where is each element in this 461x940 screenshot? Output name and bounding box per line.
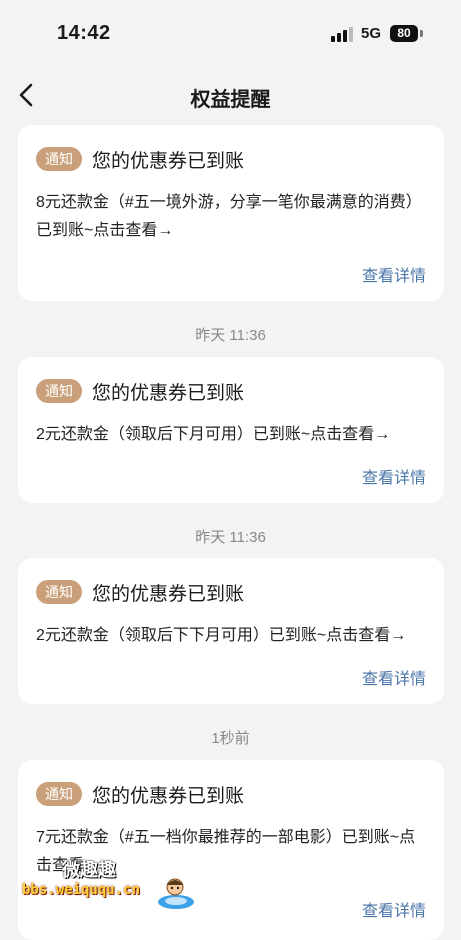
- notice-badge: 通知: [36, 147, 82, 171]
- page-title: 权益提醒: [190, 89, 271, 111]
- card-body: 2元还款金（领取后下月可用）已到账~点击查看→: [36, 426, 391, 443]
- timestamp: 1秒前: [211, 730, 250, 747]
- notification-card[interactable]: 通知 您的优惠券已到账 2元还款金（领取后下月可用）已到账~点击查看→ 查看详情: [18, 357, 444, 503]
- network-type: 5G: [361, 25, 382, 42]
- watermark-title: 微趣趣: [62, 860, 116, 880]
- view-details-link[interactable]: 查看详情: [362, 262, 426, 286]
- card-title: 您的优惠券已到账: [92, 383, 245, 404]
- card-title: 您的优惠券已到账: [92, 151, 245, 172]
- battery-tip: [420, 30, 423, 37]
- card-title: 您的优惠券已到账: [92, 786, 245, 807]
- notice-badge: 通知: [36, 379, 82, 403]
- status-bar: 14:42 5G 80: [0, 0, 461, 68]
- notification-card[interactable]: 通知 您的优惠券已到账 8元还款金（#五一境外游，分享一笔你最满意的消费）已到账…: [18, 125, 444, 301]
- notice-badge: 通知: [36, 580, 82, 604]
- nav-bar: 权益提醒: [0, 68, 461, 124]
- view-details-link[interactable]: 查看详情: [362, 665, 426, 689]
- timestamp: 昨天 11:36: [195, 529, 266, 546]
- status-time: 14:42: [57, 22, 111, 44]
- view-details-link[interactable]: 查看详情: [362, 897, 426, 921]
- view-details-link[interactable]: 查看详情: [362, 464, 426, 488]
- watermark: 微趣趣 bbs.weiququ.cn: [22, 852, 202, 912]
- mascot-icon: [158, 878, 194, 909]
- timestamp: 昨天 11:36: [195, 327, 266, 344]
- notification-card[interactable]: 通知 您的优惠券已到账 7元还款金（#五一档你最推荐的一部电影）已到账~点击查看…: [18, 760, 444, 940]
- notification-card[interactable]: 通知 您的优惠券已到账 2元还款金（领取后下下月可用）已到账~点击查看→ 查看详…: [18, 558, 444, 704]
- watermark-url: bbs.weiququ.cn: [22, 882, 141, 898]
- notice-badge: 通知: [36, 782, 82, 806]
- battery-icon: 80: [390, 25, 418, 42]
- card-body: 2元还款金（领取后下下月可用）已到账~点击查看→: [36, 627, 407, 644]
- card-title: 您的优惠券已到账: [92, 584, 245, 605]
- card-body: 8元还款金（#五一境外游，分享一笔你最满意的消费）已到账~点击查看→: [36, 194, 422, 239]
- signal-icon: [331, 26, 353, 42]
